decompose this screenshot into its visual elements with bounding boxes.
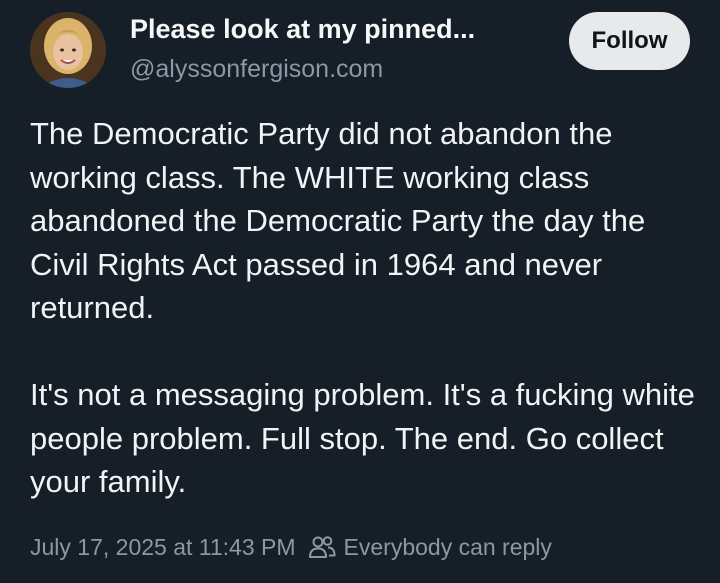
profile-photo-icon xyxy=(30,12,106,88)
reply-setting-label: Everybody can reply xyxy=(343,533,552,560)
follow-button[interactable]: Follow xyxy=(569,12,690,70)
avatar[interactable] xyxy=(30,12,106,88)
post-paragraph: It's not a messaging problem. It's a fuc… xyxy=(30,377,695,499)
post-paragraph: The Democratic Party did not abandon the… xyxy=(30,116,646,325)
display-name[interactable]: Please look at my pinned... xyxy=(130,14,475,45)
post-header: Please look at my pinned... @alyssonferg… xyxy=(0,0,720,100)
post-meta: July 17, 2025 at 11:43 PM Everybody can … xyxy=(30,530,552,564)
post-text: The Democratic Party did not abandon the… xyxy=(30,112,700,504)
people-icon xyxy=(308,536,336,558)
reply-setting: Everybody can reply xyxy=(308,534,552,561)
author-handle[interactable]: @alyssonfergison.com xyxy=(130,55,383,84)
post-timestamp[interactable]: July 17, 2025 at 11:43 PM xyxy=(30,534,296,561)
